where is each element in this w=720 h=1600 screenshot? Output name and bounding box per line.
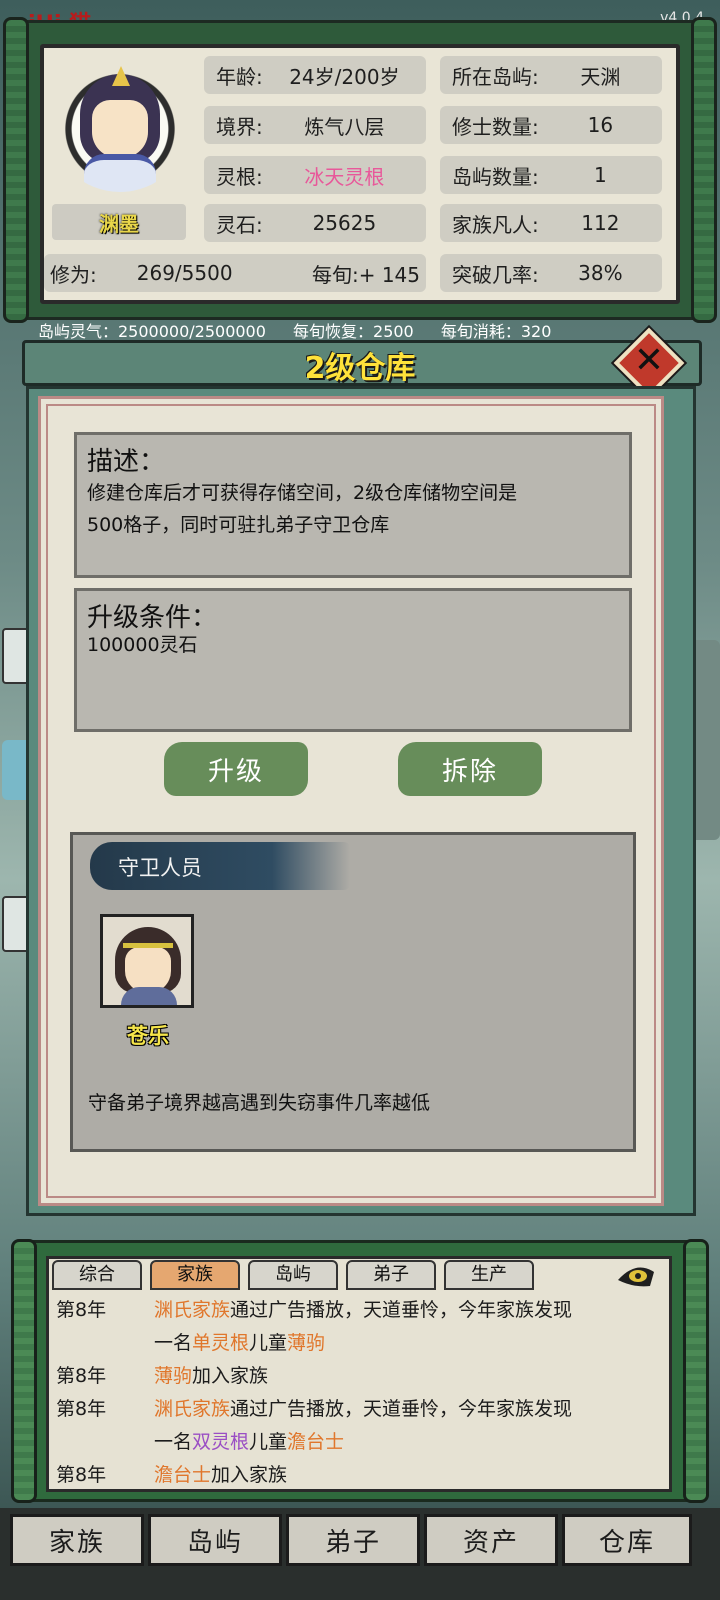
stat-age: 年龄: 24岁/200岁 xyxy=(204,56,426,94)
stat-value: 16 xyxy=(587,113,614,137)
log-highlight: 薄驹 xyxy=(287,1332,326,1354)
scroll-rod-left xyxy=(11,1239,37,1503)
stat-key: 岛屿数量: xyxy=(452,164,539,189)
nav-family[interactable]: 家族 xyxy=(10,1514,144,1566)
nav-warehouse[interactable]: 仓库 xyxy=(562,1514,692,1566)
log-highlight: 澹台士 xyxy=(287,1431,345,1453)
nav-disciple[interactable]: 弟子 xyxy=(286,1514,420,1566)
log-year: 第8年 xyxy=(56,1299,107,1321)
scroll-rod-left xyxy=(3,17,29,323)
tab-general[interactable]: 综合 xyxy=(52,1260,142,1290)
per-turn-gain: 每旬:+ 145 xyxy=(311,262,420,287)
description-title: 描述： xyxy=(87,447,166,477)
stat-island-count: 岛屿数量: 1 xyxy=(440,156,662,194)
stat-key: 修士数量: xyxy=(452,114,539,139)
log-text: 通过广告播放，天道垂怜，今年家族发现 xyxy=(230,1398,573,1420)
stat-spirit-root: 灵根: 冰天灵根 xyxy=(204,156,426,194)
upgrade-condition-box: 升级条件： 100000灵石 xyxy=(74,588,632,732)
scroll-rod-right xyxy=(691,17,717,323)
log-text: 通过广告播放，天道垂怜，今年家族发现 xyxy=(230,1299,573,1321)
tab-disciple[interactable]: 弟子 xyxy=(346,1260,436,1290)
upgrade-cost: 100000灵石 xyxy=(87,634,198,656)
character-avatar[interactable] xyxy=(50,52,190,192)
cultivation-key: 修为: xyxy=(50,262,97,287)
guard-note: 守备弟子境界越高遇到失窃事件几率越低 xyxy=(88,1092,431,1114)
stat-value: 25625 xyxy=(312,211,377,235)
stat-key: 年龄: xyxy=(216,64,263,89)
nav-island[interactable]: 岛屿 xyxy=(148,1514,282,1566)
stat-value: 天渊 xyxy=(580,64,621,89)
stat-value: 24岁/200岁 xyxy=(289,64,400,89)
log-text: 一名 xyxy=(154,1332,193,1354)
log-highlight: 渊氏家族 xyxy=(154,1398,231,1420)
log-text: 加入家族 xyxy=(211,1464,288,1486)
stat-value: 冰天灵根 xyxy=(304,164,385,189)
description-line: 500格子，同时可驻扎弟子守卫仓库 xyxy=(87,514,390,536)
island-qi: 岛屿灵气：2500000/2500000 xyxy=(38,322,266,341)
log-text: 一名 xyxy=(154,1431,193,1453)
stat-value: 炼气八层 xyxy=(304,114,385,139)
upgrade-button[interactable]: 升级 xyxy=(164,742,308,796)
stat-key: 境界: xyxy=(216,114,263,139)
log-entry: 薄驹加入家族 xyxy=(154,1360,664,1393)
island-qi-bar: 岛屿灵气：2500000/2500000 每旬恢复：2500 每旬消耗：320 xyxy=(38,318,573,342)
log-entry: 渊氏家族通过广告播放，天道垂怜，今年家族发现 xyxy=(154,1393,664,1426)
stat-breakthrough: 突破几率: 38% xyxy=(440,254,662,292)
log-entry: 渊氏家族通过广告播放，天道垂怜，今年家族发现 xyxy=(154,1294,664,1327)
stat-key: 灵根: xyxy=(216,164,263,189)
guard-avatar[interactable] xyxy=(100,914,194,1008)
log-text: 儿童 xyxy=(249,1332,288,1354)
nav-assets[interactable]: 资产 xyxy=(424,1514,558,1566)
guard-name: 苍乐 xyxy=(127,1024,169,1048)
log-year: 第8年 xyxy=(56,1398,107,1420)
stat-realm: 境界: 炼气八层 xyxy=(204,106,426,144)
description-box: 描述： 修建仓库后才可获得存储空间，2级仓库储物空间是 500格子，同时可驻扎弟… xyxy=(74,432,632,578)
log-highlight: 渊氏家族 xyxy=(154,1299,231,1321)
guard-title: 守卫人员 xyxy=(118,856,202,880)
stat-value: 112 xyxy=(581,211,620,235)
stat-key: 所在岛屿: xyxy=(452,64,539,89)
tab-production[interactable]: 生产 xyxy=(444,1260,534,1290)
stat-key: 灵石: xyxy=(216,212,263,237)
stat-key: 突破几率: xyxy=(452,262,539,287)
character-name: 渊墨 xyxy=(52,204,186,240)
demolish-button[interactable]: 拆除 xyxy=(398,742,542,796)
stat-cultivation: 修为: 269/5500 每旬:+ 145 xyxy=(44,254,426,292)
log-entry: 一名单灵根儿童薄驹 xyxy=(154,1327,664,1360)
log-entry: 澹台士加入家族 xyxy=(154,1459,664,1492)
log-year: 第8年 xyxy=(56,1365,107,1387)
stat-cultivator-count: 修士数量: 16 xyxy=(440,106,662,144)
stat-value: 38% xyxy=(578,261,623,285)
log-highlight: 薄驹 xyxy=(154,1365,193,1387)
stat-mortals: 家族凡人: 112 xyxy=(440,204,662,242)
dialog-title: 2级仓库 xyxy=(304,351,416,386)
tab-family[interactable]: 家族 xyxy=(150,1260,240,1290)
qi-consume: 每旬消耗：320 xyxy=(440,322,552,341)
stat-spirit-stones: 灵石: 25625 xyxy=(204,204,426,242)
scroll-rod-right xyxy=(683,1239,709,1503)
cultivation-value: 269/5500 xyxy=(136,261,233,285)
log-highlight: 澹台士 xyxy=(154,1464,212,1486)
log-text: 加入家族 xyxy=(192,1365,269,1387)
stat-value: 1 xyxy=(594,163,607,187)
stat-key: 家族凡人: xyxy=(452,212,539,237)
stat-island: 所在岛屿: 天渊 xyxy=(440,56,662,94)
qi-recover: 每旬恢复：2500 xyxy=(293,322,414,341)
eye-icon[interactable] xyxy=(616,1258,656,1290)
log-highlight: 单灵根 xyxy=(192,1332,250,1354)
description-line: 修建仓库后才可获得存储空间，2级仓库储物空间是 xyxy=(87,482,518,504)
log-highlight: 双灵根 xyxy=(192,1431,250,1453)
log-text: 儿童 xyxy=(249,1431,288,1453)
tab-island[interactable]: 岛屿 xyxy=(248,1260,338,1290)
log-entry: 一名双灵根儿童澹台士 xyxy=(154,1426,664,1459)
close-icon[interactable]: ✕ xyxy=(624,336,674,386)
log-year: 第8年 xyxy=(56,1464,107,1486)
